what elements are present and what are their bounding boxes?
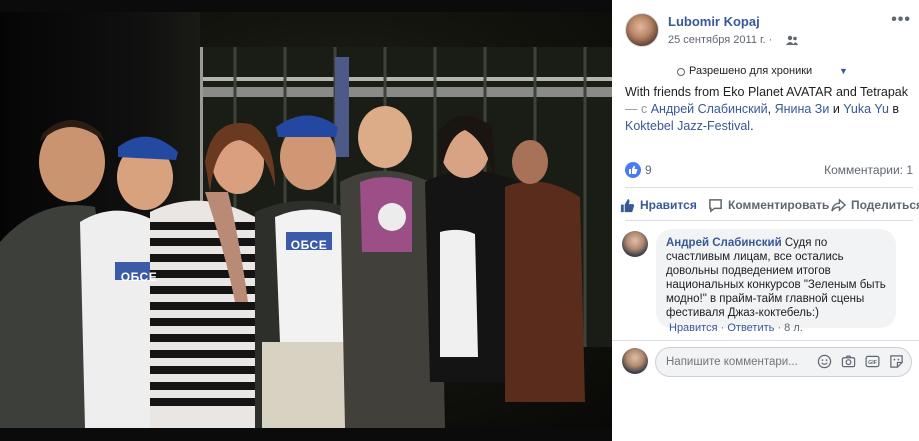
like-reaction-icon[interactable] — [625, 162, 641, 178]
post-header: Lubomir Kopaj 25 сентября 2011 г. · ••• … — [625, 11, 915, 77]
comment-meta-sep-1: · — [720, 322, 725, 334]
comment-bubble: Андрей Слабинский Судя по счастливым лиц… — [656, 229, 896, 328]
comment-author-avatar[interactable] — [622, 231, 648, 257]
like-label: Нравится — [640, 198, 697, 212]
share-button[interactable]: Поделиться — [831, 193, 919, 217]
friend-link-3[interactable]: Yuka Yu — [843, 102, 889, 116]
comment-age[interactable]: 8 л. — [784, 322, 803, 334]
gif-icon[interactable]: GIF — [864, 353, 881, 370]
comment-meta-sep-2: · — [777, 322, 782, 334]
author-name[interactable]: Lubomir Kopaj — [668, 14, 760, 29]
post-text-intro: With friends from Eko Planet AVATAR and … — [625, 85, 908, 99]
post-text-dash: — с — [625, 102, 651, 116]
place-link[interactable]: Koktebel Jazz-Festival — [625, 119, 750, 133]
comment-button[interactable]: Комментировать — [708, 193, 829, 217]
comment-meta: Нравится · Ответить · 8 л. — [669, 322, 803, 334]
comment-label: Комментировать — [728, 198, 830, 212]
photo-people — [0, 106, 585, 428]
comment-text: Судя по счастливым лицам, все остались д… — [666, 237, 886, 319]
friend-link-1[interactable]: Андрей Слабинский — [651, 102, 768, 116]
chevron-down-icon[interactable]: ▼ — [839, 66, 848, 76]
share-icon — [831, 197, 846, 212]
shirt-text-1: ОБСЕ — [120, 270, 158, 284]
post-date[interactable]: 25 сентября 2011 г. · — [668, 34, 772, 46]
author-avatar[interactable] — [625, 13, 659, 47]
group-icon[interactable] — [786, 35, 798, 45]
comment-input-box[interactable]: GIF — [655, 347, 912, 377]
divider-mid — [625, 220, 913, 221]
post-text: With friends from Eko Planet AVATAR and … — [625, 84, 910, 135]
post-side-panel: Lubomir Kopaj 25 сентября 2011 г. · ••• … — [612, 0, 919, 441]
shirt-text-2: ОБСЕ — [290, 238, 328, 252]
post-text-end: . — [750, 119, 754, 133]
like-button[interactable]: Нравится — [620, 193, 697, 217]
divider-top — [625, 187, 913, 188]
like-icon — [620, 198, 635, 212]
comment-icon — [709, 198, 722, 213]
composer-icons: GIF — [816, 353, 905, 370]
post-text-and: и — [829, 102, 844, 116]
privacy-label[interactable]: Разрешено для хроники — [689, 65, 812, 77]
photo-image: ОБСЕ ОБСЕ — [0, 12, 612, 428]
comment-author-name[interactable]: Андрей Слабинский — [666, 237, 782, 249]
comment-like-link[interactable]: Нравится — [669, 322, 718, 334]
comments-count[interactable]: Комментарии: 1 — [824, 163, 913, 177]
emoji-icon[interactable] — [816, 353, 833, 370]
svg-text:GIF: GIF — [868, 360, 878, 366]
reactions-bar: 9 Комментарии: 1 — [625, 161, 913, 181]
divider-bottom — [612, 340, 919, 341]
share-label: Поделиться — [851, 198, 919, 212]
post-photo[interactable]: ОБСЕ ОБСЕ — [0, 0, 612, 441]
more-options-button[interactable]: ••• — [891, 11, 911, 29]
composer-avatar — [622, 348, 648, 374]
camera-icon[interactable] — [840, 353, 857, 370]
privacy-icon — [677, 68, 685, 76]
date-separator: · — [768, 34, 773, 46]
post-text-in: в — [888, 102, 900, 116]
comment-input[interactable] — [666, 354, 816, 370]
comment-composer: GIF — [622, 345, 914, 379]
friend-link-2[interactable]: Янина Зи — [775, 102, 830, 116]
action-bar: Нравится Комментировать Поделиться — [618, 193, 919, 217]
sticker-icon[interactable] — [888, 353, 905, 370]
post-date-text[interactable]: 25 сентября 2011 г. — [668, 34, 766, 46]
post-text-comma: , — [767, 102, 775, 116]
likes-count[interactable]: 9 — [645, 163, 652, 177]
comment-reply-link[interactable]: Ответить — [727, 322, 774, 334]
